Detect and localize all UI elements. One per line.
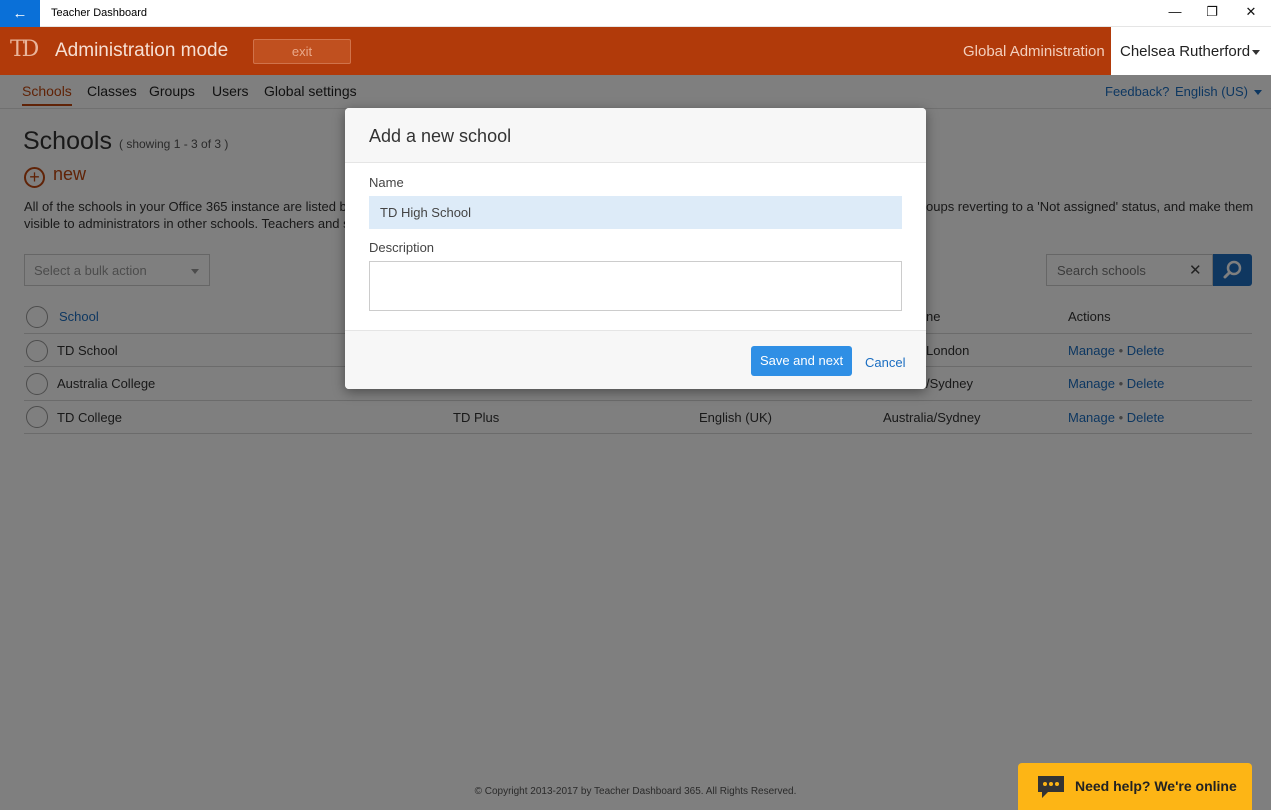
dialog-title: Add a new school [369, 126, 512, 146]
app-logo: TD [10, 37, 39, 62]
save-and-next-button[interactable]: Save and next [751, 346, 852, 376]
app-title: Teacher Dashboard [51, 7, 148, 19]
close-window-button[interactable]: ✕ [1241, 4, 1261, 22]
back-arrow-icon: ← [12, 5, 28, 22]
dialog-footer: Save and next Cancel [345, 330, 926, 389]
minimize-button[interactable]: — [1165, 4, 1185, 22]
chat-bubble-icon [1038, 776, 1064, 798]
description-label: Description [369, 240, 435, 255]
global-admin-label[interactable]: Global Administration [963, 43, 1105, 60]
school-name-input[interactable]: TD High School [369, 196, 902, 229]
cancel-button[interactable]: Cancel [865, 355, 905, 370]
help-text: Need help? We're online [1075, 778, 1237, 794]
user-menu[interactable]: Chelsea Rutherford [1111, 27, 1271, 75]
exit-button[interactable]: exit [253, 39, 351, 64]
mode-title: Administration mode [55, 40, 229, 61]
name-label: Name [369, 175, 404, 190]
restore-button[interactable]: ❐ [1202, 4, 1222, 22]
chevron-down-icon [1252, 49, 1261, 55]
back-button[interactable]: ← [0, 0, 40, 27]
school-description-input[interactable] [369, 261, 902, 311]
dialog-header: Add a new school [345, 108, 926, 163]
window-title-bar: ← Teacher Dashboard — ❐ ✕ [0, 0, 1271, 27]
help-chat-widget[interactable]: Need help? We're online [1018, 763, 1252, 810]
add-school-dialog: Add a new school Name TD High School Des… [345, 108, 926, 389]
app-header: TD Administration mode exit Global Admin… [0, 27, 1271, 75]
user-name: Chelsea Rutherford [1120, 43, 1261, 60]
